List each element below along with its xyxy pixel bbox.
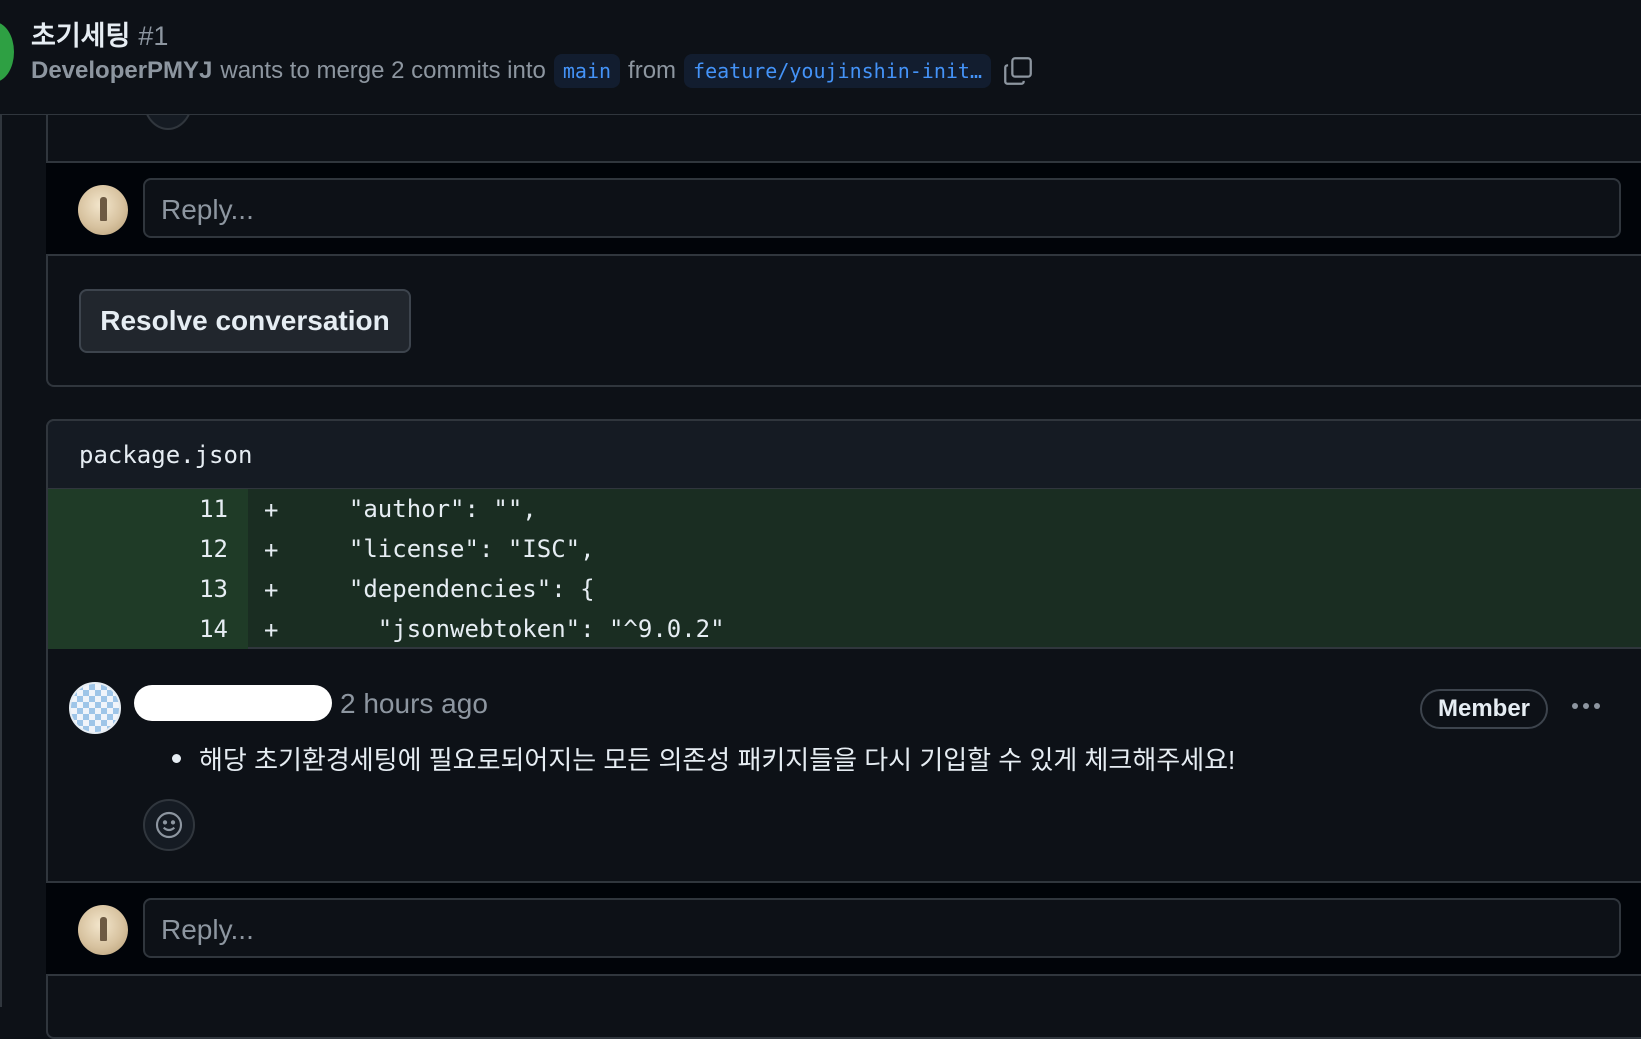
- current-user-avatar: [78, 905, 128, 955]
- more-options-icon[interactable]: [1566, 692, 1606, 720]
- add-reaction-button[interactable]: [143, 799, 195, 851]
- timeline-line: [0, 115, 2, 1007]
- author-avatar[interactable]: [0, 22, 14, 82]
- member-badge: Member: [1420, 689, 1548, 729]
- line-number[interactable]: 12: [48, 529, 248, 569]
- added-marker: +: [264, 496, 279, 524]
- code-line: "dependencies": {: [320, 575, 595, 603]
- code-line: "author": "",: [320, 495, 537, 523]
- author-link[interactable]: DeveloperPMYJ: [31, 57, 212, 85]
- base-branch[interactable]: main: [553, 54, 621, 88]
- resolve-conversation-button[interactable]: Resolve conversation: [79, 289, 411, 353]
- added-marker: +: [264, 576, 279, 604]
- reply-row: Reply...: [46, 161, 1641, 256]
- pr-meta: DeveloperPMYJ wants to merge 2 commits i…: [31, 54, 1035, 88]
- code-line: "license": "ISC",: [320, 535, 595, 563]
- line-number[interactable]: 13: [48, 569, 248, 609]
- copy-icon[interactable]: [1001, 54, 1035, 88]
- from-text: from: [628, 57, 677, 84]
- reply-input[interactable]: Reply...: [143, 178, 1621, 238]
- comment-body: 해당 초기환경세팅에 필요로되어지는 모든 의존성 패키지들을 다시 기입할 수…: [172, 740, 1235, 777]
- added-marker: +: [264, 616, 279, 644]
- diff-line: 13 + "dependencies": {: [48, 569, 1641, 609]
- line-number[interactable]: 11: [48, 489, 248, 529]
- line-number[interactable]: 14: [48, 609, 248, 649]
- redacted-username: [134, 685, 332, 721]
- current-user-avatar: [78, 185, 128, 235]
- pr-number: #1: [138, 21, 169, 51]
- pr-sticky-header: 초기세팅 #1 DeveloperPMYJ wants to merge 2 co…: [0, 0, 1641, 115]
- pr-title-text: 초기세팅: [31, 21, 131, 51]
- merge-text: wants to merge 2 commits into: [220, 57, 546, 84]
- commenter-avatar[interactable]: [69, 682, 121, 734]
- code-line: "jsonwebtoken": "^9.0.2": [320, 615, 725, 643]
- comment-timestamp[interactable]: 2 hours ago: [340, 688, 488, 720]
- smiley-icon: [155, 811, 183, 839]
- head-branch[interactable]: feature/youjinshin-init…: [684, 54, 992, 88]
- added-marker: +: [264, 536, 279, 564]
- file-name[interactable]: package.json: [79, 441, 252, 469]
- diff-line: 11 + "author": "",: [48, 489, 1641, 529]
- comment-text: 해당 초기환경세팅에 필요로되어지는 모든 의존성 패키지들을 다시 기입할 수…: [199, 745, 1236, 775]
- diff-line: 14 + "jsonwebtoken": "^9.0.2": [48, 609, 1641, 649]
- pr-title: 초기세팅 #1: [31, 14, 168, 53]
- diff-hunk: 11 + "author": "", 12 + "license": "ISC"…: [46, 489, 1641, 649]
- reply-input[interactable]: Reply...: [143, 898, 1621, 958]
- file-header: package.json: [46, 419, 1641, 489]
- diff-line: 12 + "license": "ISC",: [48, 529, 1641, 569]
- bullet: [172, 754, 181, 763]
- reply-row: Reply...: [46, 881, 1641, 976]
